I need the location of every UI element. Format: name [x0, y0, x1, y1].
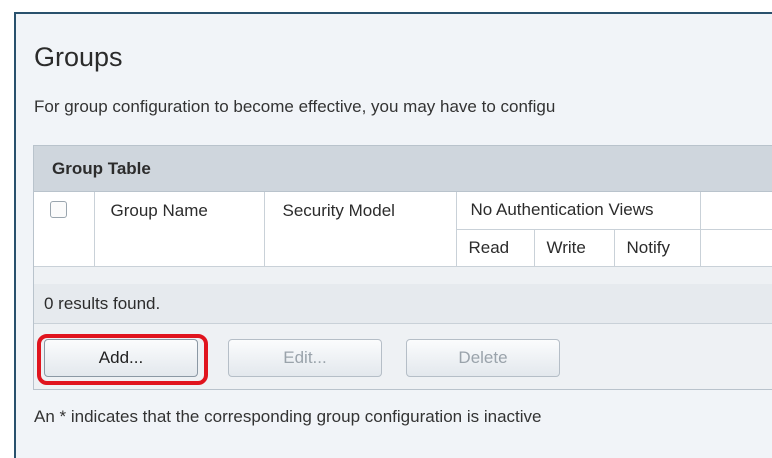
column-header-write: Write	[534, 229, 615, 267]
table-header-row: Group Name Security Model No Authenticat…	[34, 192, 772, 267]
edit-button[interactable]: Edit...	[228, 339, 382, 377]
page-description: For group configuration to become effect…	[34, 97, 556, 116]
select-all-checkbox[interactable]	[50, 201, 67, 218]
group-table-grid: Group Name Security Model No Authenticat…	[34, 192, 772, 267]
column-header-group-name[interactable]: Group Name	[94, 192, 265, 267]
column-header-no-auth-views: No Authentication Views	[456, 192, 701, 230]
column-header-notify: Notify	[614, 229, 701, 267]
column-header-overflow	[700, 192, 772, 230]
column-header-overflow-sub	[700, 229, 772, 267]
results-count: 0 results found.	[34, 284, 772, 324]
inactive-footnote: An * indicates that the corresponding gr…	[34, 407, 542, 426]
add-button-highlight	[37, 334, 208, 385]
page-title: Groups	[34, 42, 123, 72]
column-header-read: Read	[456, 229, 535, 267]
column-header-security-model[interactable]: Security Model	[264, 192, 457, 267]
select-all-cell	[34, 192, 95, 267]
group-table-heading: Group Table	[34, 146, 772, 192]
delete-button[interactable]: Delete	[406, 339, 560, 377]
